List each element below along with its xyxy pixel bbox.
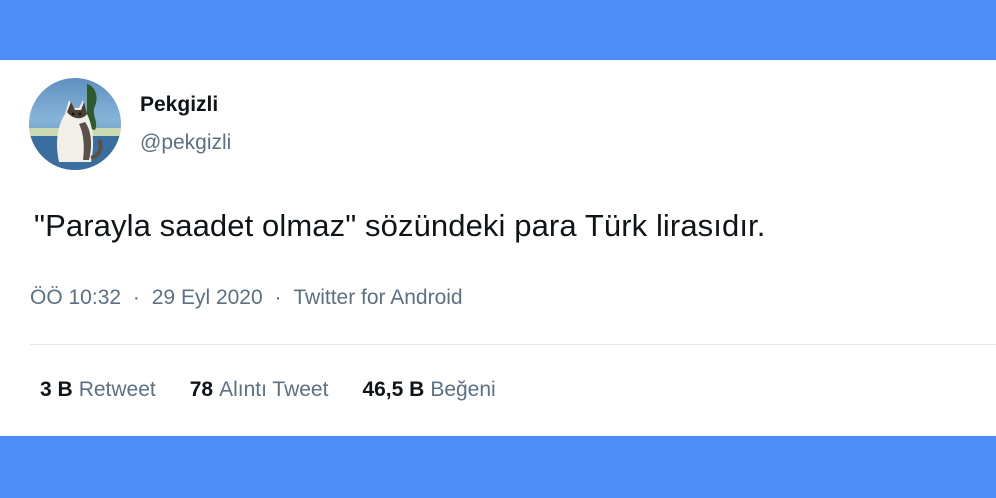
avatar[interactable] <box>29 78 121 170</box>
meta-separator: · <box>132 286 140 309</box>
display-name[interactable]: Pekgizli <box>140 93 218 117</box>
tweet-meta: ÖÖ 10:32 · 29 Eyl 2020 · Twitter for And… <box>30 286 463 310</box>
retweet-count[interactable]: 3 B Retweet <box>40 378 156 402</box>
stat-value: 46,5 B <box>362 378 425 401</box>
divider <box>30 344 996 345</box>
stat-label: Retweet <box>78 378 156 401</box>
meta-separator: · <box>274 286 282 309</box>
stat-value: 3 B <box>40 378 73 401</box>
cat-avatar-icon <box>29 78 121 170</box>
stat-label: Alıntı Tweet <box>219 378 329 401</box>
tweet-text: "Parayla saadet olmaz" sözündeki para Tü… <box>34 208 766 243</box>
tweet-date[interactable]: 29 Eyl 2020 <box>152 286 263 310</box>
quote-tweet-count[interactable]: 78 Alıntı Tweet <box>190 378 329 402</box>
stat-value: 78 <box>189 378 214 401</box>
stat-label: Beğeni <box>430 378 496 401</box>
screenshot-frame: Pekgizli @pekgizli "Parayla saadet olmaz… <box>0 0 996 498</box>
user-handle[interactable]: @pekgizli <box>140 131 231 155</box>
tweet-card: Pekgizli @pekgizli "Parayla saadet olmaz… <box>0 60 996 436</box>
like-count[interactable]: 46,5 B Beğeni <box>362 378 495 402</box>
tweet-time[interactable]: ÖÖ 10:32 <box>30 286 121 310</box>
tweet-stats: 3 B Retweet 78 Alıntı Tweet 46,5 B Beğen… <box>40 378 496 402</box>
tweet-source[interactable]: Twitter for Android <box>293 286 462 310</box>
